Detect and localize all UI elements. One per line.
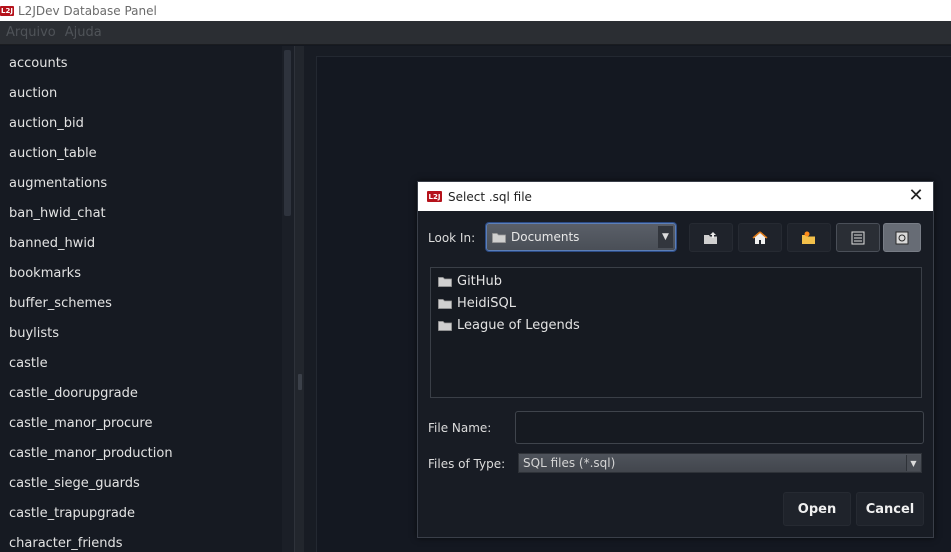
table-list-scrollbar[interactable] <box>282 46 294 552</box>
close-icon[interactable]: ✕ <box>907 187 925 205</box>
table-list-item[interactable]: auction_table <box>0 139 282 169</box>
file-type-value: SQL files (*.sql) <box>523 456 616 470</box>
split-pane-divider[interactable] <box>294 46 304 552</box>
list-view-icon <box>851 231 865 244</box>
details-view-icon <box>895 231 909 244</box>
table-list-item[interactable]: castle_manor_procure <box>0 409 282 439</box>
app-logo-icon: L2J <box>0 5 14 16</box>
table-list-item[interactable]: castle_trapupgrade <box>0 499 282 529</box>
cancel-button[interactable]: Cancel <box>856 492 924 526</box>
home-icon <box>752 230 768 244</box>
list-view-button[interactable] <box>836 223 880 252</box>
table-list: accounts auction auction_bid auction_table a… <box>0 46 282 552</box>
table-list-item[interactable]: castle_doorupgrade <box>0 379 282 409</box>
table-list-item[interactable]: auction <box>0 79 282 109</box>
folder-list-item[interactable]: League of Legends <box>431 314 921 336</box>
table-list-item[interactable]: bookmarks <box>0 259 282 289</box>
folder-list-item[interactable]: HeidiSQL <box>431 292 921 314</box>
file-name-input[interactable] <box>515 411 924 444</box>
look-in-label: Look In: <box>428 231 476 245</box>
folder-icon <box>438 298 452 309</box>
window-title: L2JDev Database Panel <box>18 3 157 18</box>
folder-name: GitHub <box>457 273 503 289</box>
folder-name: League of Legends <box>457 317 580 333</box>
table-list-item[interactable]: ban_hwid_chat <box>0 199 282 229</box>
table-list-item[interactable]: accounts <box>0 49 282 79</box>
chevron-down-icon[interactable]: ▼ <box>906 455 920 471</box>
new-folder-button[interactable] <box>787 223 831 252</box>
file-list: GitHub HeidiSQL League of Legends <box>430 267 922 398</box>
look-in-value: Documents <box>511 230 580 244</box>
table-list-item[interactable]: character_friends <box>0 529 282 552</box>
splitter-grip-icon[interactable] <box>298 374 302 390</box>
home-button[interactable] <box>738 223 782 252</box>
up-folder-button[interactable] <box>689 223 733 252</box>
table-list-item[interactable]: buylists <box>0 319 282 349</box>
file-type-combo[interactable]: SQL files (*.sql) ▼ <box>518 453 922 473</box>
menu-ajuda[interactable]: Ajuda <box>62 25 105 40</box>
file-name-label: File Name: <box>428 421 492 435</box>
menu-bar: Arquivo Ajuda <box>0 21 951 45</box>
folder-icon <box>438 320 452 331</box>
new-folder-icon <box>802 231 815 244</box>
menu-arquivo[interactable]: Arquivo <box>3 25 59 40</box>
table-list-item[interactable]: buffer_schemes <box>0 289 282 319</box>
open-button[interactable]: Open <box>783 492 851 526</box>
table-list-item[interactable]: castle <box>0 349 282 379</box>
chevron-down-icon[interactable]: ▼ <box>658 226 673 248</box>
dialog-title: Select .sql file <box>448 189 532 204</box>
details-view-button[interactable] <box>883 223 921 252</box>
table-list-item[interactable]: banned_hwid <box>0 229 282 259</box>
folder-name: HeidiSQL <box>457 295 516 311</box>
table-list-item[interactable]: castle_siege_guards <box>0 469 282 499</box>
app-titlebar: L2J L2JDev Database Panel <box>0 0 951 21</box>
scrollbar-thumb[interactable] <box>284 50 291 216</box>
dialog-logo-icon: L2J <box>427 191 442 202</box>
folder-icon <box>492 232 506 243</box>
dialog-titlebar: L2J Select .sql file ✕ <box>418 182 933 211</box>
up-folder-icon <box>704 231 717 244</box>
look-in-combo[interactable]: Documents ▼ <box>486 223 676 251</box>
file-chooser-dialog: L2J Select .sql file ✕ Look In: Document… <box>417 181 934 538</box>
folder-icon <box>438 276 452 287</box>
file-type-label: Files of Type: <box>428 457 506 471</box>
table-list-item[interactable]: augmentations <box>0 169 282 199</box>
table-list-item[interactable]: castle_manor_production <box>0 439 282 469</box>
table-list-item[interactable]: auction_bid <box>0 109 282 139</box>
folder-list-item[interactable]: GitHub <box>431 270 921 292</box>
